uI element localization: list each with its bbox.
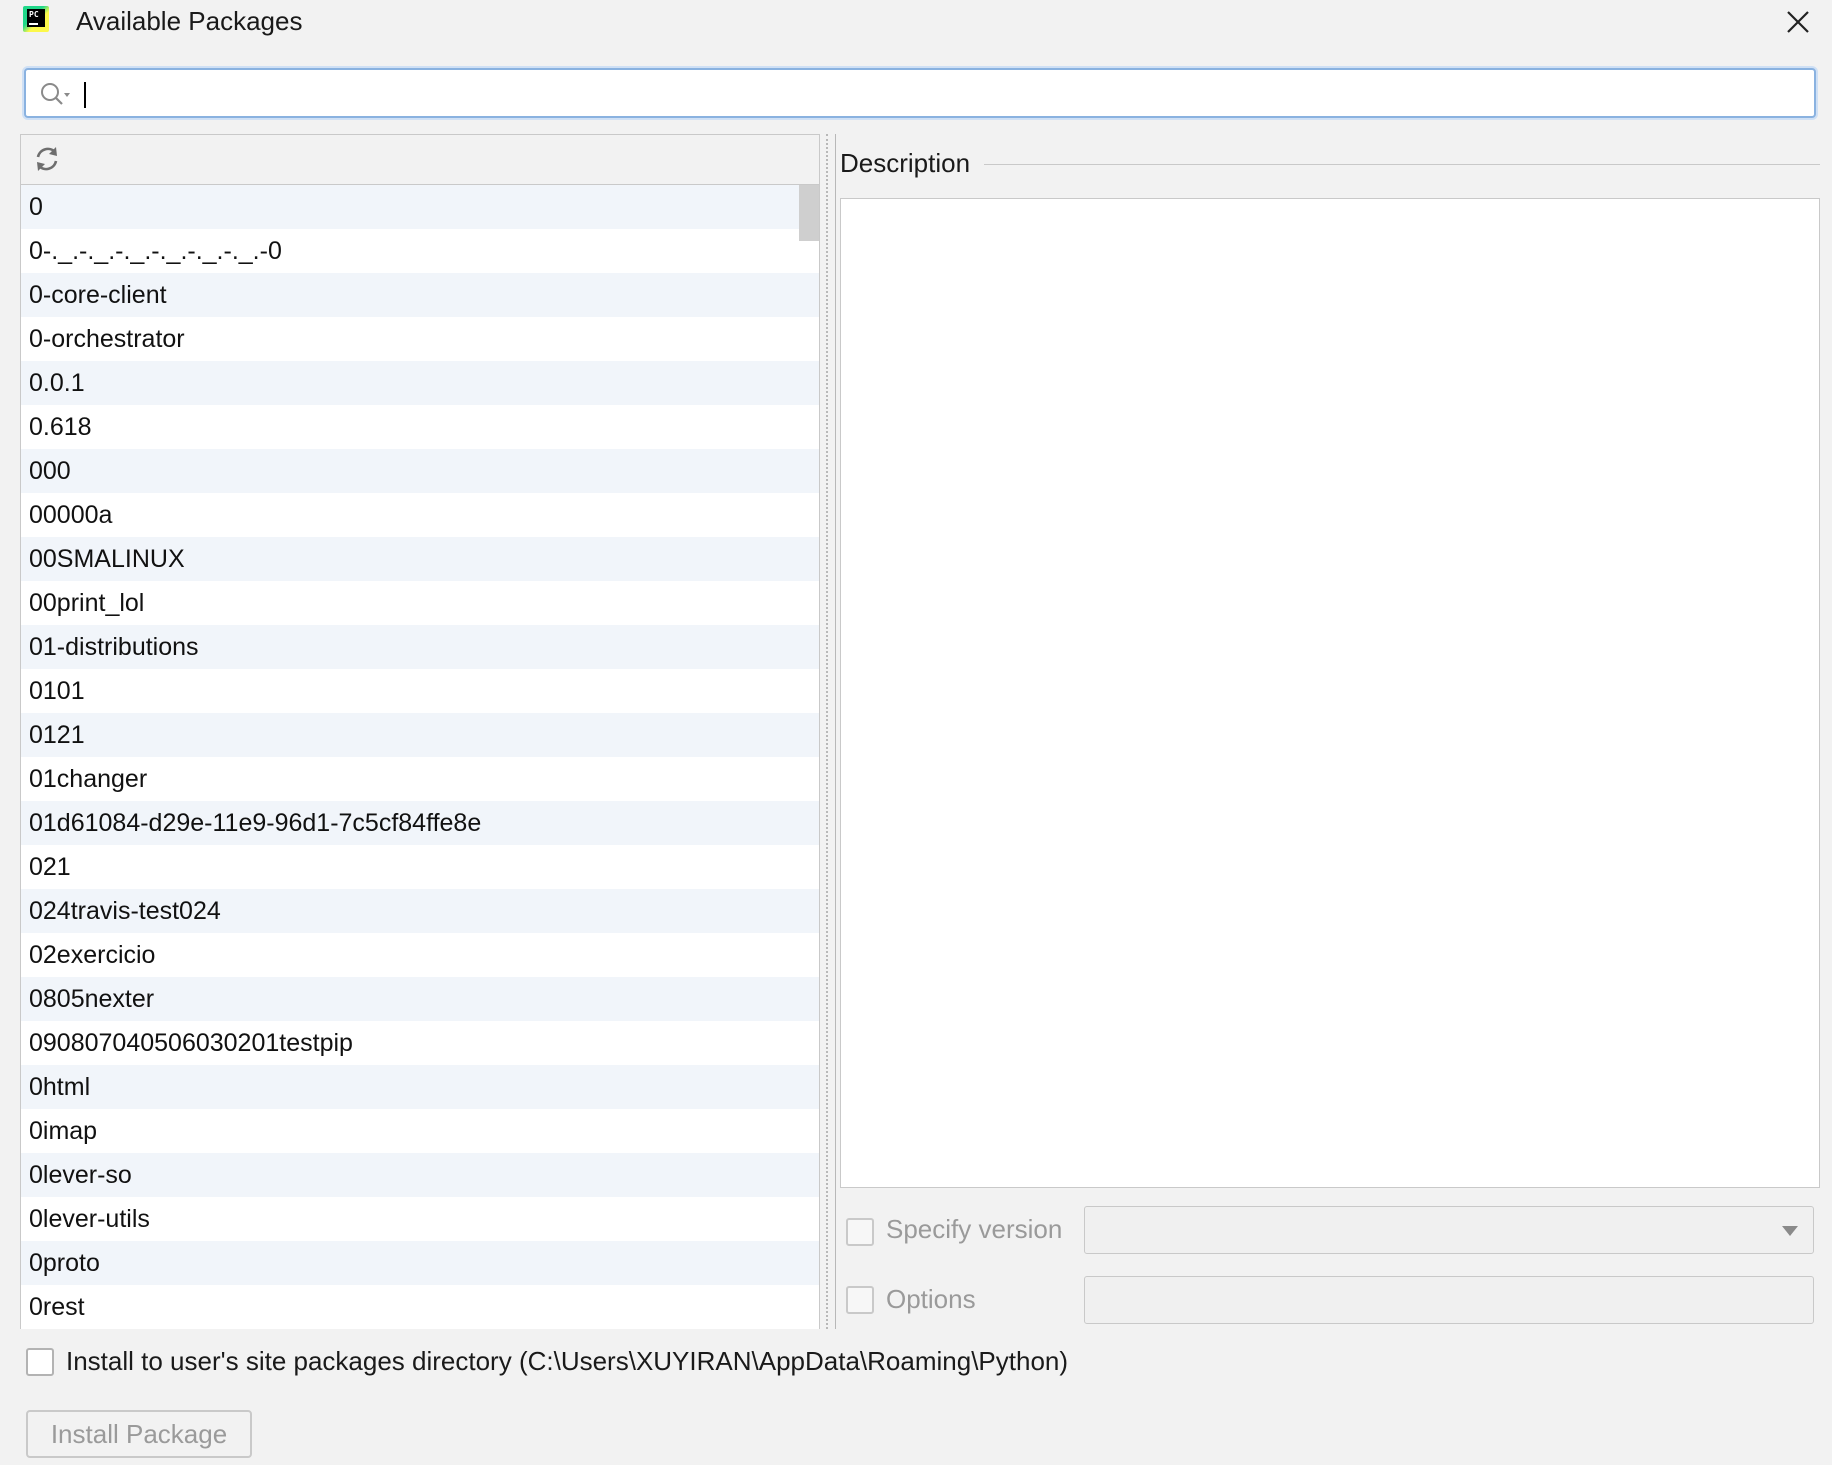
description-divider	[984, 164, 1820, 165]
list-toolbar	[21, 135, 819, 185]
package-list[interactable]: 0 0-._.-._.-._.-._.-._.-._.-0 0-core-clien…	[21, 185, 819, 1329]
package-list-item[interactable]: 00000a	[21, 493, 819, 537]
search-box[interactable]	[24, 68, 1816, 118]
package-list-item[interactable]: 01-distributions	[21, 625, 819, 669]
description-label: Description	[840, 148, 971, 178]
scrollbar-thumb[interactable]	[799, 185, 819, 241]
package-list-item[interactable]: 01d61084-d29e-11e9-96d1-7c5cf84ffe8e	[21, 801, 819, 845]
refresh-icon[interactable]	[31, 143, 63, 175]
package-list-item[interactable]: 0-core-client	[21, 273, 819, 317]
package-list-item[interactable]: 0.0.1	[21, 361, 819, 405]
package-list-item[interactable]: 0101	[21, 669, 819, 713]
install-user-label: Install to user's site packages director…	[66, 1346, 1069, 1376]
package-list-item[interactable]: 0805nexter	[21, 977, 819, 1021]
package-list-panel: 0 0-._.-._.-._.-._.-._.-._.-0 0-core-clien…	[20, 134, 820, 1329]
package-list-item[interactable]: 0imap	[21, 1109, 819, 1153]
text-caret	[84, 82, 86, 108]
package-list-item[interactable]: 00print_lol	[21, 581, 819, 625]
panel-splitter[interactable]	[826, 134, 836, 1329]
package-list-item[interactable]: 02exercicio	[21, 933, 819, 977]
package-list-item[interactable]: 021	[21, 845, 819, 889]
options-checkbox[interactable]	[846, 1286, 874, 1314]
options-input[interactable]	[1084, 1276, 1814, 1324]
install-user-checkbox[interactable]	[26, 1348, 54, 1376]
specify-version-checkbox[interactable]	[846, 1218, 874, 1246]
package-list-item[interactable]: 0lever-so	[21, 1153, 819, 1197]
close-button[interactable]	[1780, 4, 1816, 40]
package-list-item[interactable]: 024travis-test024	[21, 889, 819, 933]
package-list-item[interactable]: 0	[21, 185, 819, 229]
package-list-item[interactable]: 0.618	[21, 405, 819, 449]
package-list-item[interactable]: 00SMALINUX	[21, 537, 819, 581]
close-icon	[1787, 11, 1809, 33]
window-title: Available Packages	[76, 6, 303, 36]
title-bar: PC Available Packages	[0, 0, 1832, 48]
search-icon[interactable]	[38, 80, 72, 108]
package-list-item[interactable]: 0-orchestrator	[21, 317, 819, 361]
package-list-item[interactable]: 01changer	[21, 757, 819, 801]
install-package-button[interactable]: Install Package	[26, 1410, 252, 1458]
package-list-item[interactable]: 090807040506030201testpip	[21, 1021, 819, 1065]
package-list-item[interactable]: 0121	[21, 713, 819, 757]
package-list-item[interactable]: 0lever-utils	[21, 1197, 819, 1241]
version-select[interactable]	[1084, 1206, 1814, 1254]
package-list-item[interactable]: 0-._.-._.-._.-._.-._.-._.-0	[21, 229, 819, 273]
package-list-item[interactable]: 0proto	[21, 1241, 819, 1285]
chevron-down-icon	[1782, 1226, 1798, 1236]
options-label: Options	[886, 1284, 976, 1314]
package-list-item[interactable]: 0rest	[21, 1285, 819, 1329]
description-panel	[840, 198, 1820, 1188]
pycharm-icon: PC	[23, 6, 49, 32]
package-list-item[interactable]: 0html	[21, 1065, 819, 1109]
search-input[interactable]	[82, 76, 1802, 110]
package-list-item[interactable]: 000	[21, 449, 819, 493]
specify-version-label: Specify version	[886, 1214, 1063, 1244]
